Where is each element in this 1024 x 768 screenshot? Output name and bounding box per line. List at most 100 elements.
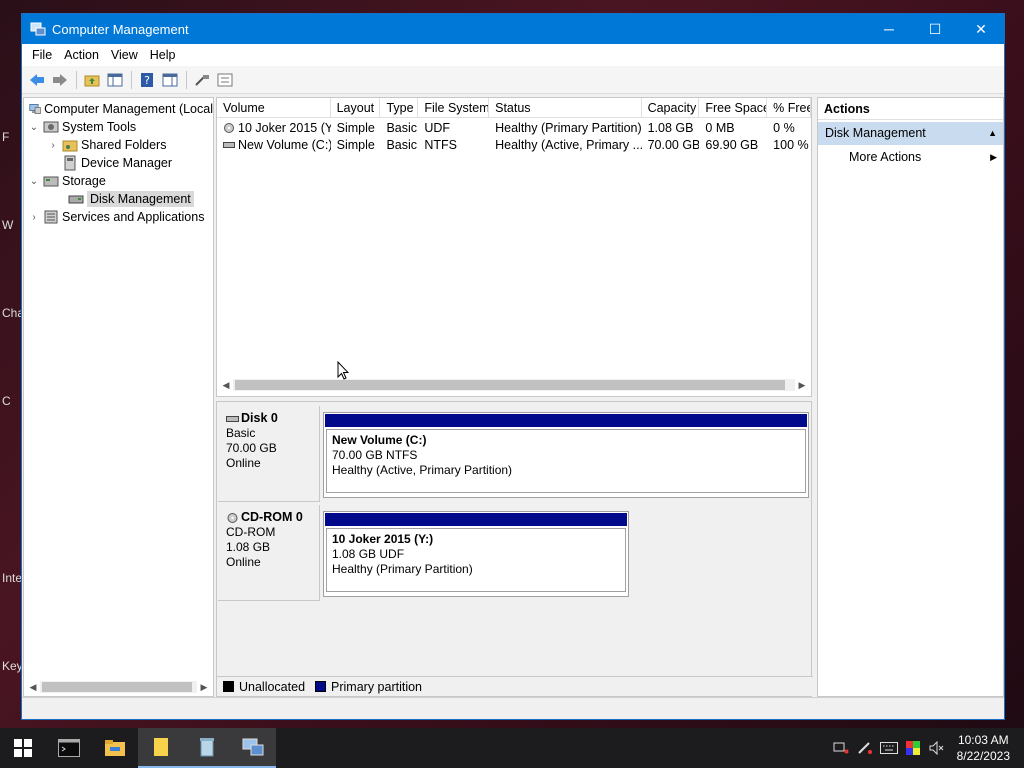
scroll-thumb[interactable] bbox=[235, 380, 785, 390]
help-icon: ? bbox=[141, 72, 153, 87]
network-icon[interactable] bbox=[829, 728, 853, 768]
help-button[interactable]: ? bbox=[136, 70, 158, 90]
volume-type: Basic bbox=[386, 137, 418, 152]
menu-file[interactable]: File bbox=[26, 48, 58, 62]
scroll-thumb[interactable] bbox=[42, 682, 192, 692]
menu-action[interactable]: Action bbox=[58, 48, 105, 62]
pen-icon[interactable] bbox=[853, 728, 877, 768]
show-hide-console-tree-button[interactable] bbox=[104, 70, 126, 90]
taskbar-recycle-bin[interactable] bbox=[184, 728, 230, 768]
tree-item-system-tools[interactable]: ⌄ System Tools bbox=[24, 118, 213, 136]
collapse-chevron-icon[interactable]: ⌄ bbox=[28, 122, 40, 133]
column-header-status[interactable]: Status bbox=[489, 98, 642, 117]
table-row[interactable]: New Volume (C:) Simple Basic NTFS Health… bbox=[217, 136, 811, 153]
menu-view[interactable]: View bbox=[105, 48, 144, 62]
mouse-cursor-icon bbox=[337, 361, 349, 380]
connect-icon bbox=[195, 74, 209, 86]
desktop-label: Inte bbox=[2, 571, 23, 585]
up-folder-button[interactable] bbox=[81, 70, 103, 90]
keyboard-icon[interactable] bbox=[877, 728, 901, 768]
taskbar: 10:03 AM 8/22/2023 bbox=[0, 728, 1024, 768]
tree-item-storage[interactable]: ⌄ Storage bbox=[24, 172, 213, 190]
volume-list-horizontal-scrollbar[interactable]: ◀ ▶ bbox=[219, 378, 809, 392]
taskbar-clock[interactable]: 10:03 AM 8/22/2023 bbox=[949, 732, 1024, 764]
column-header-capacity[interactable]: Capacity bbox=[642, 98, 700, 117]
file-explorer-icon bbox=[105, 740, 125, 756]
volume-layout: Simple bbox=[336, 137, 375, 152]
column-header-volume[interactable]: Volume bbox=[217, 98, 331, 117]
color-display-icon[interactable] bbox=[901, 728, 925, 768]
terminal-icon bbox=[58, 739, 80, 757]
minimize-button[interactable]: ─ bbox=[866, 14, 912, 44]
scroll-left-icon[interactable]: ◀ bbox=[219, 380, 233, 391]
cd-drive-icon bbox=[227, 512, 238, 523]
action-pane-icon bbox=[162, 73, 178, 86]
disk-state: Online bbox=[226, 456, 261, 470]
collapse-up-icon[interactable]: ▲ bbox=[988, 122, 997, 145]
volume-list-header: Volume Layout Type File System Status Ca… bbox=[217, 98, 812, 118]
scroll-right-icon[interactable]: ▶ bbox=[795, 380, 809, 391]
disk-info[interactable]: Disk 0 Basic 70.00 GB Online bbox=[218, 406, 320, 502]
scroll-left-icon[interactable]: ◀ bbox=[26, 682, 40, 693]
column-header-free-space[interactable]: Free Space bbox=[699, 98, 768, 117]
hard-drive-icon bbox=[226, 415, 239, 422]
volume-layout: Simple bbox=[336, 120, 375, 135]
show-hide-action-pane-button[interactable] bbox=[159, 70, 181, 90]
taskbar-computer-management[interactable] bbox=[230, 728, 276, 768]
primary-partition-swatch bbox=[315, 681, 327, 692]
toolbar-separator bbox=[186, 70, 187, 89]
tree-item-disk-management[interactable]: Disk Management bbox=[24, 190, 213, 208]
tree-label: Shared Folders bbox=[81, 138, 167, 152]
title-bar[interactable]: Computer Management ─ ☐ ✕ bbox=[22, 14, 1004, 44]
tree-item-computer-management[interactable]: Computer Management (Local bbox=[24, 100, 213, 118]
forward-button[interactable] bbox=[49, 70, 71, 90]
tree-item-services-and-applications[interactable]: › Services and Applications bbox=[24, 208, 213, 226]
disk-type: CD-ROM bbox=[226, 525, 276, 539]
start-button[interactable] bbox=[0, 728, 46, 768]
expand-chevron-icon[interactable]: › bbox=[28, 212, 40, 223]
windows-logo-icon bbox=[14, 739, 32, 757]
partition-block[interactable]: New Volume (C:) 70.00 GB NTFS Healthy (A… bbox=[323, 412, 809, 498]
volume-list: Volume Layout Type File System Status Ca… bbox=[216, 97, 812, 397]
tree-label: Computer Management (Local bbox=[44, 102, 213, 116]
volume-muted-icon[interactable] bbox=[925, 728, 949, 768]
system-tray: 10:03 AM 8/22/2023 bbox=[829, 728, 1024, 768]
table-row[interactable]: 10 Joker 2015 (Y:) Simple Basic UDF Heal… bbox=[217, 119, 811, 136]
scroll-track[interactable] bbox=[40, 681, 197, 693]
more-actions-item[interactable]: More Actions ▶ bbox=[818, 145, 1003, 169]
connect-button[interactable] bbox=[191, 70, 213, 90]
disk-state: Online bbox=[226, 555, 261, 569]
taskbar-notepad[interactable] bbox=[138, 728, 184, 768]
partition-status: Healthy (Primary Partition) bbox=[332, 562, 473, 576]
column-header-percent-free[interactable]: % Free bbox=[767, 98, 812, 117]
taskbar-terminal[interactable] bbox=[46, 728, 92, 768]
back-button[interactable] bbox=[26, 70, 48, 90]
partition-block[interactable]: 10 Joker 2015 (Y:) 1.08 GB UDF Healthy (… bbox=[323, 511, 629, 597]
actions-section-disk-management[interactable]: Disk Management ▲ bbox=[818, 122, 1003, 145]
properties-button[interactable] bbox=[214, 70, 236, 90]
collapse-chevron-icon[interactable]: ⌄ bbox=[28, 176, 40, 187]
scroll-right-icon[interactable]: ▶ bbox=[197, 682, 211, 693]
tree-horizontal-scrollbar[interactable]: ◀ ▶ bbox=[26, 680, 211, 694]
unallocated-swatch bbox=[223, 681, 234, 692]
disk-info[interactable]: CD-ROM 0 CD-ROM 1.08 GB Online bbox=[218, 505, 320, 601]
recycle-bin-icon bbox=[200, 738, 214, 757]
column-header-layout[interactable]: Layout bbox=[331, 98, 381, 117]
column-header-file-system[interactable]: File System bbox=[418, 98, 490, 117]
volume-file-system: UDF bbox=[424, 120, 451, 135]
tree-item-shared-folders[interactable]: › Shared Folders bbox=[24, 136, 213, 154]
expand-chevron-icon[interactable]: › bbox=[47, 140, 59, 151]
scroll-track[interactable] bbox=[233, 379, 795, 391]
column-header-type[interactable]: Type bbox=[380, 98, 419, 117]
storage-icon bbox=[43, 176, 59, 187]
disk-name: CD-ROM 0 bbox=[241, 510, 303, 524]
close-button[interactable]: ✕ bbox=[958, 14, 1004, 44]
tree-label: System Tools bbox=[62, 120, 137, 134]
taskbar-file-explorer[interactable] bbox=[92, 728, 138, 768]
maximize-button[interactable]: ☐ bbox=[912, 14, 958, 44]
menu-help[interactable]: Help bbox=[144, 48, 182, 62]
tree-item-device-manager[interactable]: Device Manager bbox=[24, 154, 213, 172]
desktop-label: F bbox=[2, 130, 10, 144]
primary-partition-bar bbox=[325, 513, 627, 526]
computer-management-icon bbox=[30, 22, 46, 36]
